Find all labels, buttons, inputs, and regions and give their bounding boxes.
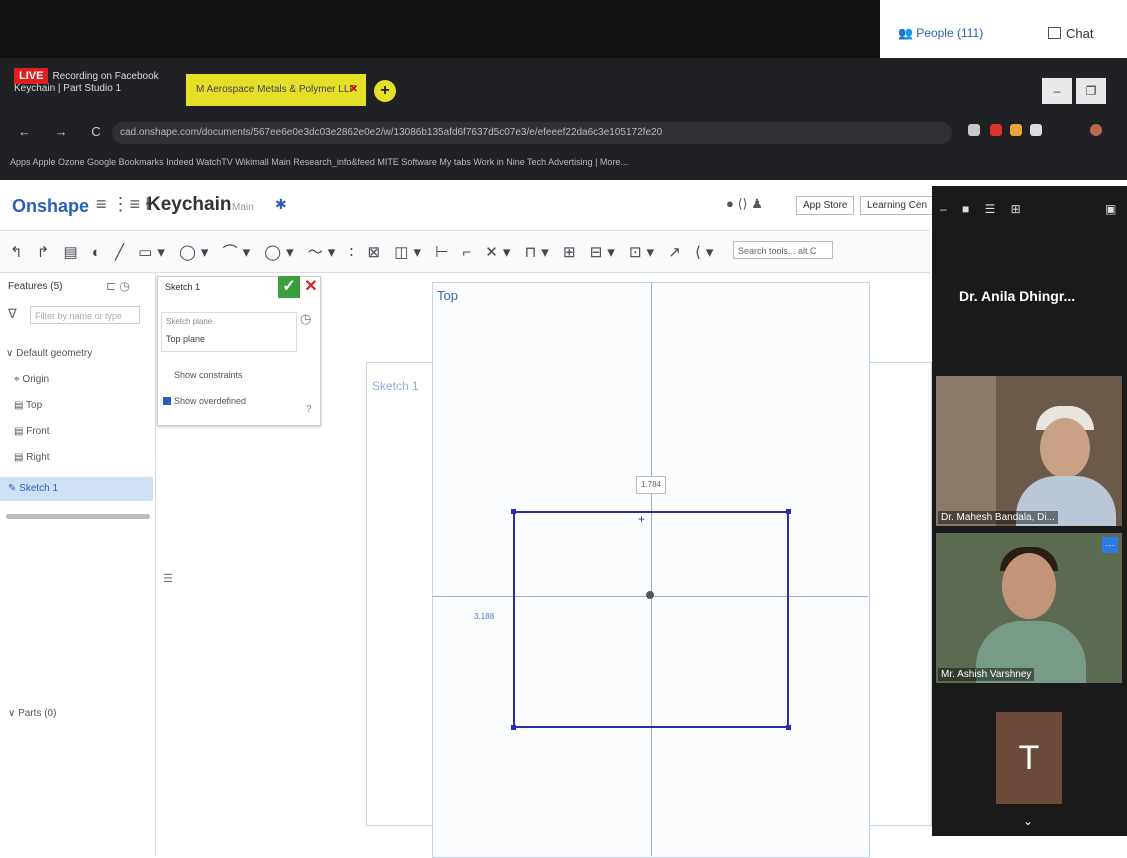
show-constraints-toggle[interactable]: Show constraints — [174, 370, 243, 380]
extension-icon[interactable] — [990, 124, 1002, 136]
extension-icon[interactable] — [1010, 124, 1022, 136]
sketch-dialog-title: Sketch 1 — [165, 282, 201, 292]
chevron-down-icon[interactable]: ⌄ — [1023, 814, 1033, 828]
pin-icon[interactable]: ✱ — [275, 196, 287, 213]
chat-icon — [1048, 27, 1061, 39]
show-overdefined-checkbox[interactable]: Show overdefined — [163, 396, 246, 406]
feature-list-panel — [0, 273, 156, 856]
checkbox-icon[interactable] — [163, 397, 171, 405]
participant-video-2[interactable]: Mr. Ashish Varshney — [936, 533, 1122, 683]
url-input[interactable]: cad.onshape.com/documents/567ee6e0e3dc03… — [112, 122, 952, 144]
dimension-height[interactable]: 3.188 — [474, 612, 494, 621]
filter-icon: ∇ — [8, 306, 17, 321]
minimize-button[interactable]: – — [1042, 78, 1072, 104]
sketch-rectangle[interactable] — [513, 511, 789, 728]
feature-sketch-1[interactable]: ✎ Sketch 1 — [8, 483, 58, 494]
rectangle-corner[interactable] — [786, 509, 791, 514]
participant-name-2: Mr. Ashish Varshney — [938, 668, 1035, 681]
share-icons[interactable]: ● ⟨⟩ ♟ — [726, 196, 763, 212]
close-icon[interactable]: ✕ — [350, 74, 358, 106]
new-tab-button[interactable]: + — [374, 80, 396, 102]
cancel-button[interactable]: ✕ — [303, 276, 319, 298]
rectangle-corner[interactable] — [511, 725, 516, 730]
clock-icon[interactable]: ◷ — [300, 311, 311, 327]
onshape-logo[interactable]: Onshape — [12, 196, 89, 217]
participant-face — [1002, 553, 1056, 619]
browser-tab-recording[interactable]: LIVE Recording on Facebook Keychain | Par… — [14, 68, 159, 95]
sketch-tools[interactable]: ↰ ↱ ▤ ◐ ╱ ▭▾ ◯▾ ⌒▾ ◯▾ 〜▾ ∶ ⊠ ◫▾ ⊢ ⌐ ✕▾ ⊓… — [10, 241, 718, 262]
star-icon[interactable] — [968, 124, 980, 136]
accept-button[interactable]: ✓ — [278, 276, 300, 298]
view-controls[interactable]: – ■ ☰ ⊞ — [940, 202, 1027, 216]
default-geometry-group[interactable]: ∨ Default geometry — [6, 348, 92, 359]
host-name: Dr. Anila Dhingr... — [959, 288, 1076, 304]
sketch-plane-label: Sketch plane — [166, 317, 213, 326]
rectangle-corner[interactable] — [511, 509, 516, 514]
feature-origin[interactable]: ⌖ Origin — [14, 374, 49, 385]
fullscreen-icon[interactable]: ▣ — [1105, 202, 1116, 216]
people-button[interactable]: 👥 People (111) — [898, 26, 983, 40]
midpoint-marker: + — [638, 512, 646, 526]
background-wall — [936, 376, 996, 526]
participant-video-1[interactable]: Dr. Mahesh Bandala, Di... — [936, 376, 1122, 526]
browser-tab-active[interactable]: M Aerospace Metals & Polymer LLP ✕ — [186, 74, 366, 106]
parts-group[interactable]: ∨ Parts (0) — [8, 708, 56, 719]
participant-face — [1040, 418, 1090, 478]
branch-label: Main — [232, 202, 254, 213]
sketch-plane-label: Sketch 1 — [372, 379, 419, 393]
people-icon: 👥 — [898, 26, 917, 40]
more-options-icon[interactable]: ··· — [1102, 537, 1118, 553]
feature-filter-input[interactable]: Filter by name or type — [30, 306, 140, 324]
rectangle-corner[interactable] — [786, 725, 791, 730]
app-store-button[interactable]: App Store — [796, 196, 855, 215]
live-badge: LIVE — [14, 68, 49, 84]
help-icon[interactable]: ? — [306, 404, 312, 415]
sketch-origin-point[interactable] — [646, 591, 654, 599]
top-plane-label: Top — [437, 288, 458, 303]
feature-front-plane[interactable]: ▤ Front — [14, 426, 50, 437]
browser-tab-strip — [0, 58, 1127, 124]
feature-top-plane[interactable]: ▤ Top — [14, 400, 42, 411]
participant-name-1: Dr. Mahesh Bandala, Di... — [938, 511, 1058, 524]
panel-scrollbar[interactable] — [6, 514, 150, 519]
search-tools-input[interactable]: Search tools... alt C — [733, 241, 833, 259]
puzzle-icon[interactable] — [1030, 124, 1042, 136]
panel-toggle-icon[interactable]: ☰ — [163, 572, 173, 585]
restore-button[interactable]: ❐ — [1076, 78, 1106, 104]
dimension-width[interactable]: 1.784 — [636, 476, 666, 494]
sketch-plane-value: Top plane — [166, 334, 206, 344]
learning-center-button[interactable]: Learning Cen — [860, 196, 935, 215]
chat-button[interactable]: Chat — [1048, 26, 1093, 41]
profile-avatar[interactable] — [1090, 124, 1102, 136]
features-title: Features (5) — [8, 281, 63, 292]
document-name[interactable]: Keychain — [147, 194, 231, 216]
feature-right-plane[interactable]: ▤ Right — [14, 452, 50, 463]
participant-avatar[interactable]: T — [996, 712, 1062, 804]
bookmarks-list[interactable]: Apps Apple Ozone Google Bookmarks Indeed… — [10, 157, 628, 167]
panel-icons[interactable]: ⊏ ◷ — [106, 279, 130, 293]
menu-icon[interactable]: ≡ ⋮≡ ⍿ — [96, 194, 150, 215]
